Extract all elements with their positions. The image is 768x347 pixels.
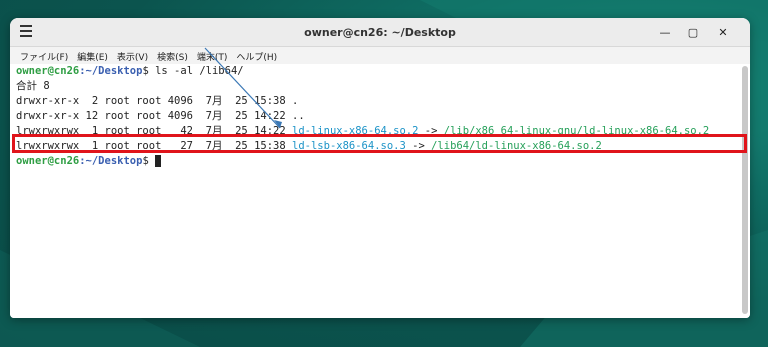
prompt-line: owner@cn26:~/Desktop$ [16, 154, 750, 169]
prompt-path: :~/Desktop [79, 155, 143, 167]
prompt-symbol: $ [142, 65, 156, 77]
maximize-icon[interactable]: ▢ [680, 18, 706, 46]
entry-target: /lib64/ld-linux-x86-64.so.2 [431, 140, 602, 152]
menu-search[interactable]: 検索(S) [157, 50, 188, 63]
entry-target: /lib/x86_64-linux-gnu/ld-linux-x86-64.so… [443, 125, 710, 137]
entry-name: . [292, 95, 299, 107]
terminal-output[interactable]: owner@cn26:~/Desktop$ ls -al /lib64/ 合計 … [10, 64, 750, 318]
command-line: owner@cn26:~/Desktop$ ls -al /lib64/ [16, 64, 750, 79]
entry-arrow: -> [405, 140, 432, 152]
entry-name: ld-lsb-x86-64.so.3 [292, 140, 406, 152]
total-line: 合計 8 [16, 80, 50, 92]
minimize-icon[interactable]: — [652, 18, 678, 46]
close-icon[interactable]: ✕ [710, 18, 736, 46]
command-text: ls -al /lib64/ [155, 65, 244, 77]
entry-meta: drwxr-xr-x 12 root root 4096 7月 25 14:22 [16, 110, 293, 122]
entry-name: ld-linux-x86-64.so.2 [292, 125, 419, 137]
text-cursor [155, 155, 162, 167]
prompt-user: owner@cn26 [16, 65, 80, 77]
entry-meta: lrwxrwxrwx 1 root root 27 7月 25 15:38 [16, 140, 293, 152]
window-title: owner@cn26: ~/Desktop [304, 25, 456, 39]
menu-edit[interactable]: 編集(E) [77, 50, 108, 63]
scrollbar[interactable] [742, 66, 748, 314]
prompt-user: owner@cn26 [16, 155, 80, 167]
entry-name: .. [292, 110, 305, 122]
menu-view[interactable]: 表示(V) [117, 50, 148, 63]
prompt-path: :~/Desktop [79, 65, 143, 77]
list-item: lrwxrwxrwx 1 root root 27 7月 25 15:38 ld… [16, 139, 750, 154]
prompt-symbol: $ [142, 155, 156, 167]
menu-help[interactable]: ヘルプ(H) [236, 50, 277, 63]
entry-meta: drwxr-xr-x 2 root root 4096 7月 25 15:38 [16, 95, 293, 107]
menu-terminal[interactable]: 端末(T) [197, 50, 228, 63]
menu-file[interactable]: ファイル(F) [20, 50, 68, 63]
terminal-window[interactable]: owner@cn26: ~/Desktop — ▢ ✕ ファイル(F) 編集(E… [10, 18, 750, 318]
list-item: drwxr-xr-x 2 root root 4096 7月 25 15:38 … [16, 94, 750, 109]
list-item: lrwxrwxrwx 1 root root 42 7月 25 14:22 ld… [16, 124, 750, 139]
entry-arrow: -> [418, 125, 444, 137]
entry-meta: lrwxrwxrwx 1 root root 42 7月 25 14:22 [16, 125, 293, 137]
menu-bar: ファイル(F) 編集(E) 表示(V) 検索(S) 端末(T) ヘルプ(H) [10, 47, 750, 65]
title-bar[interactable]: owner@cn26: ~/Desktop — ▢ ✕ [10, 18, 750, 47]
hamburger-menu-icon[interactable] [20, 25, 32, 37]
list-item: drwxr-xr-x 12 root root 4096 7月 25 14:22… [16, 109, 750, 124]
